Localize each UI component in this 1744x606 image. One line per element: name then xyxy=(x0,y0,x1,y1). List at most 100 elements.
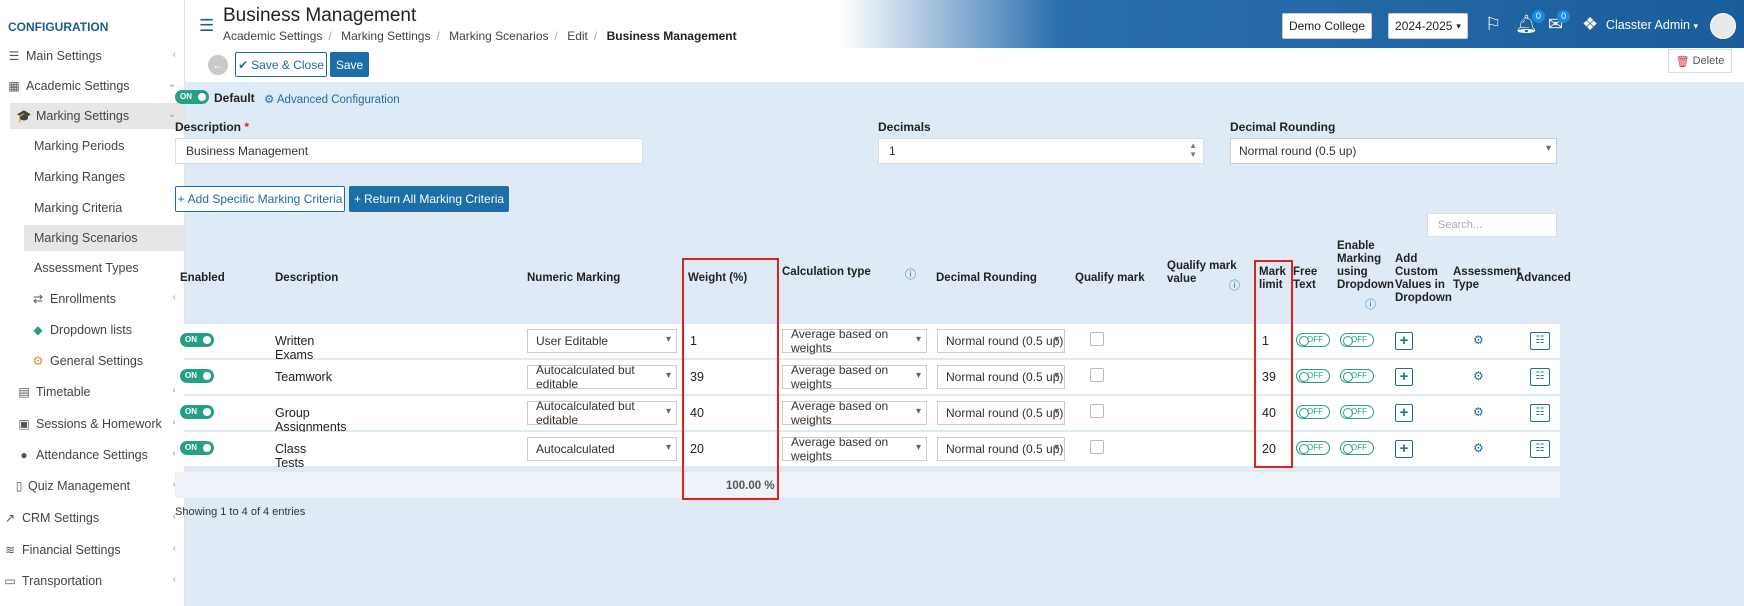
row-enabled-toggle[interactable]: ON xyxy=(180,441,214,455)
flag-icon[interactable]: ⚐ xyxy=(1485,14,1501,35)
row-numeric-marking-select[interactable]: Autocalculated xyxy=(527,437,677,461)
row-rounding-select[interactable]: Normal round (0.5 up) xyxy=(937,401,1065,425)
sidebar-item-dropdown-lists[interactable]: ◆ Dropdown lists xyxy=(0,317,184,343)
sidebar-item-academic-settings[interactable]: ▦ Academic Settings ⌄ xyxy=(0,73,184,99)
row-rounding-select[interactable]: Normal round (0.5 up) xyxy=(937,365,1065,389)
sidebar-item-marking-criteria[interactable]: Marking Criteria xyxy=(0,195,184,221)
assessment-type-gear-icon[interactable]: ⚙ xyxy=(1473,441,1484,455)
assessment-type-gear-icon[interactable]: ⚙ xyxy=(1473,369,1484,383)
mail-icon[interactable]: ✉ 0 xyxy=(1548,10,1571,35)
header-assessment-type[interactable]: Assessment Type xyxy=(1453,266,1521,292)
add-custom-values-button[interactable]: + xyxy=(1395,332,1413,350)
row-calculation-select[interactable]: Average based on weights xyxy=(782,435,927,463)
sidebar-item-marking-periods[interactable]: Marking Periods xyxy=(0,133,184,159)
info-icon[interactable]: ⓘ xyxy=(1229,277,1240,293)
breadcrumb-academic-settings[interactable]: Academic Settings xyxy=(223,29,322,43)
info-icon[interactable]: ⓘ xyxy=(1365,296,1376,312)
header-free-text[interactable]: Free Text xyxy=(1293,266,1317,292)
row-dropdown-toggle[interactable]: OFF xyxy=(1340,369,1374,383)
stepper-icon[interactable]: ▲ ▼ xyxy=(1189,141,1197,159)
header-description[interactable]: Description xyxy=(275,272,338,285)
sidebar-item-marking-settings[interactable]: 🎓 Marking Settings ⌄ xyxy=(10,103,184,129)
delete-button[interactable]: 🗑︎ Delete xyxy=(1668,49,1732,73)
sidebar-item-main-settings[interactable]: ☰ Main Settings ‹ xyxy=(0,43,184,69)
header-enable-dropdown[interactable]: Enable Marking using Dropdown xyxy=(1337,240,1394,292)
bell-icon[interactable]: 🔔︎ 0 xyxy=(1515,10,1545,35)
row-free-text-toggle[interactable]: OFF xyxy=(1296,333,1330,347)
row-qualify-checkbox[interactable] xyxy=(1090,440,1104,454)
row-numeric-marking-select[interactable]: Autocalculated but editable xyxy=(527,399,677,427)
row-enabled-toggle[interactable]: ON xyxy=(180,333,214,347)
header-numeric-marking[interactable]: Numeric Marking xyxy=(527,272,620,285)
return-all-criteria-button[interactable]: + Return All Marking Criteria xyxy=(349,186,509,212)
header-calculation-type[interactable]: Calculation type xyxy=(782,266,871,279)
sidebar-item-quiz-management[interactable]: ▯Quiz Management‹ xyxy=(0,473,184,499)
advanced-list-icon[interactable]: ☷ xyxy=(1530,404,1550,422)
save-button[interactable]: Save xyxy=(330,52,369,77)
row-qualify-checkbox[interactable] xyxy=(1090,404,1104,418)
header-enabled[interactable]: Enabled xyxy=(180,272,225,285)
sidebar-item-general-settings[interactable]: ⚙ General Settings xyxy=(0,348,184,374)
save-close-button[interactable]: ✔ Save & Close xyxy=(235,52,327,77)
sidebar-item-crm-settings[interactable]: ↗ CRM Settings ‹ xyxy=(0,505,184,531)
description-input[interactable]: Business Management xyxy=(175,138,643,164)
college-selector[interactable]: Demo College xyxy=(1282,13,1372,39)
breadcrumb-edit[interactable]: Edit xyxy=(567,29,588,43)
weight-highlight-box xyxy=(682,258,779,500)
row-free-text-toggle[interactable]: OFF xyxy=(1296,441,1330,455)
sidebar-item-timetable[interactable]: ▤Timetable‹ xyxy=(0,379,184,405)
apps-icon[interactable]: ❖ xyxy=(1582,14,1598,35)
user-menu[interactable]: Classter Admin ▾ xyxy=(1606,18,1698,32)
row-enabled-toggle[interactable]: ON xyxy=(180,405,214,419)
sidebar-item-transportation[interactable]: ▭ Transportation ‹ xyxy=(0,568,184,594)
row-qualify-checkbox[interactable] xyxy=(1090,368,1104,382)
assessment-type-gear-icon[interactable]: ⚙ xyxy=(1473,405,1484,419)
sidebar-item-assessment-types[interactable]: Assessment Types xyxy=(0,255,184,281)
row-dropdown-toggle[interactable]: OFF xyxy=(1340,441,1374,455)
default-toggle[interactable]: ON xyxy=(175,90,209,104)
advanced-list-icon[interactable]: ☷ xyxy=(1530,332,1550,350)
breadcrumb-marking-settings[interactable]: Marking Settings xyxy=(341,29,430,43)
add-custom-values-button[interactable]: + xyxy=(1395,440,1413,458)
row-numeric-marking-select[interactable]: User Editable xyxy=(527,329,677,353)
row-dropdown-toggle[interactable]: OFF xyxy=(1340,405,1374,419)
advanced-configuration-link[interactable]: ⚙ Advanced Configuration xyxy=(264,92,400,106)
search-input[interactable]: Search... xyxy=(1427,213,1557,237)
header-advanced[interactable]: Advanced xyxy=(1516,272,1571,285)
back-arrow-icon[interactable]: ← xyxy=(208,55,228,75)
decimals-input[interactable]: 1 ▲ ▼ xyxy=(878,138,1204,164)
row-free-text-toggle[interactable]: OFF xyxy=(1296,405,1330,419)
avatar[interactable] xyxy=(1710,13,1736,39)
row-numeric-marking-select[interactable]: Autocalculated but editable xyxy=(527,363,677,391)
row-rounding-select[interactable]: Normal round (0.5 up) xyxy=(937,437,1065,461)
sidebar-item-sessions-homework[interactable]: ▣Sessions & Homework‹ xyxy=(0,411,184,437)
row-free-text-toggle[interactable]: OFF xyxy=(1296,369,1330,383)
row-rounding-select[interactable]: Normal round (0.5 up) xyxy=(937,329,1065,353)
assessment-type-gear-icon[interactable]: ⚙ xyxy=(1473,333,1484,347)
add-custom-values-button[interactable]: + xyxy=(1395,404,1413,422)
add-custom-values-button[interactable]: + xyxy=(1395,368,1413,386)
row-qualify-checkbox[interactable] xyxy=(1090,332,1104,346)
header-add-custom-values[interactable]: Add Custom Values in Dropdown xyxy=(1395,253,1452,305)
sidebar-item-attendance-settings[interactable]: ●Attendance Settings‹ xyxy=(0,442,184,468)
row-enabled-toggle[interactable]: ON xyxy=(180,369,214,383)
sidebar-item-financial-settings[interactable]: ≋ Financial Settings ‹ xyxy=(0,537,184,563)
row-dropdown-toggle[interactable]: OFF xyxy=(1340,333,1374,347)
advanced-list-icon[interactable]: ☷ xyxy=(1530,368,1550,386)
sidebar-item-marking-ranges[interactable]: Marking Ranges xyxy=(0,164,184,190)
add-specific-criteria-button[interactable]: + Add Specific Marking Criteria xyxy=(175,186,345,212)
menu-icon[interactable]: ☰ xyxy=(199,16,214,36)
row-calculation-select[interactable]: Average based on weights xyxy=(782,399,927,427)
info-icon[interactable]: ⓘ xyxy=(905,266,916,282)
sidebar-item-enrollments[interactable]: ⇄ Enrollments ‹ xyxy=(0,286,184,312)
header-qualify-mark-value[interactable]: Qualify mark value xyxy=(1167,260,1237,286)
row-calculation-select[interactable]: Average based on weights xyxy=(782,363,927,391)
advanced-list-icon[interactable]: ☷ xyxy=(1530,440,1550,458)
row-calculation-select[interactable]: Average based on weights xyxy=(782,327,927,355)
year-selector[interactable]: 2024-2025 ▾ xyxy=(1388,13,1468,39)
decimal-rounding-select[interactable]: Normal round (0.5 up) xyxy=(1230,138,1557,164)
header-decimal-rounding[interactable]: Decimal Rounding xyxy=(936,272,1037,285)
breadcrumb-marking-scenarios[interactable]: Marking Scenarios xyxy=(449,29,548,43)
sidebar-item-marking-scenarios[interactable]: Marking Scenarios xyxy=(24,225,184,251)
header-qualify-mark[interactable]: Qualify mark xyxy=(1075,272,1145,285)
